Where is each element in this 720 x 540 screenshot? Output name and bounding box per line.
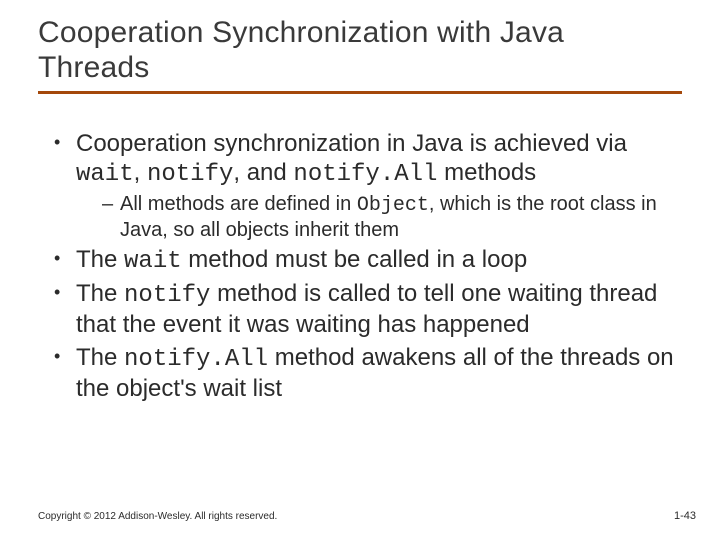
- text: The: [76, 344, 124, 371]
- text: method must be called in a loop: [182, 246, 528, 273]
- text: Cooperation synchronization in Java is a…: [76, 130, 627, 157]
- code: notify: [147, 161, 233, 188]
- body: Cooperation synchronization in Java is a…: [54, 130, 682, 408]
- sub-list: All methods are defined in Object, which…: [102, 192, 682, 242]
- bullet-list: Cooperation synchronization in Java is a…: [54, 130, 682, 404]
- title-rule: [38, 91, 682, 94]
- bullet-3: The notify method is called to tell one …: [54, 280, 682, 340]
- sub-bullet-1: All methods are defined in Object, which…: [102, 192, 682, 242]
- bullet-1: Cooperation synchronization in Java is a…: [54, 130, 682, 242]
- text: The: [76, 246, 124, 273]
- text: , and: [233, 159, 293, 186]
- bullet-2: The wait method must be called in a loop: [54, 246, 682, 277]
- text: ,: [134, 159, 147, 186]
- code: Object: [357, 194, 429, 217]
- code: notify.All: [124, 346, 268, 373]
- footer-copyright: Copyright © 2012 Addison-Wesley. All rig…: [38, 511, 277, 522]
- text: methods: [437, 159, 536, 186]
- footer-page-number: 1-43: [674, 510, 696, 522]
- slide: Cooperation Synchronization with Java Th…: [0, 0, 720, 540]
- code: wait: [124, 248, 182, 275]
- text: The: [76, 280, 124, 307]
- text: All methods are defined in: [120, 193, 357, 215]
- slide-title: Cooperation Synchronization with Java Th…: [38, 16, 682, 85]
- bullet-4: The notify.All method awakens all of the…: [54, 344, 682, 404]
- code: wait: [76, 161, 134, 188]
- code: notify.All: [293, 161, 437, 188]
- title-block: Cooperation Synchronization with Java Th…: [38, 16, 682, 94]
- code: notify: [124, 282, 210, 309]
